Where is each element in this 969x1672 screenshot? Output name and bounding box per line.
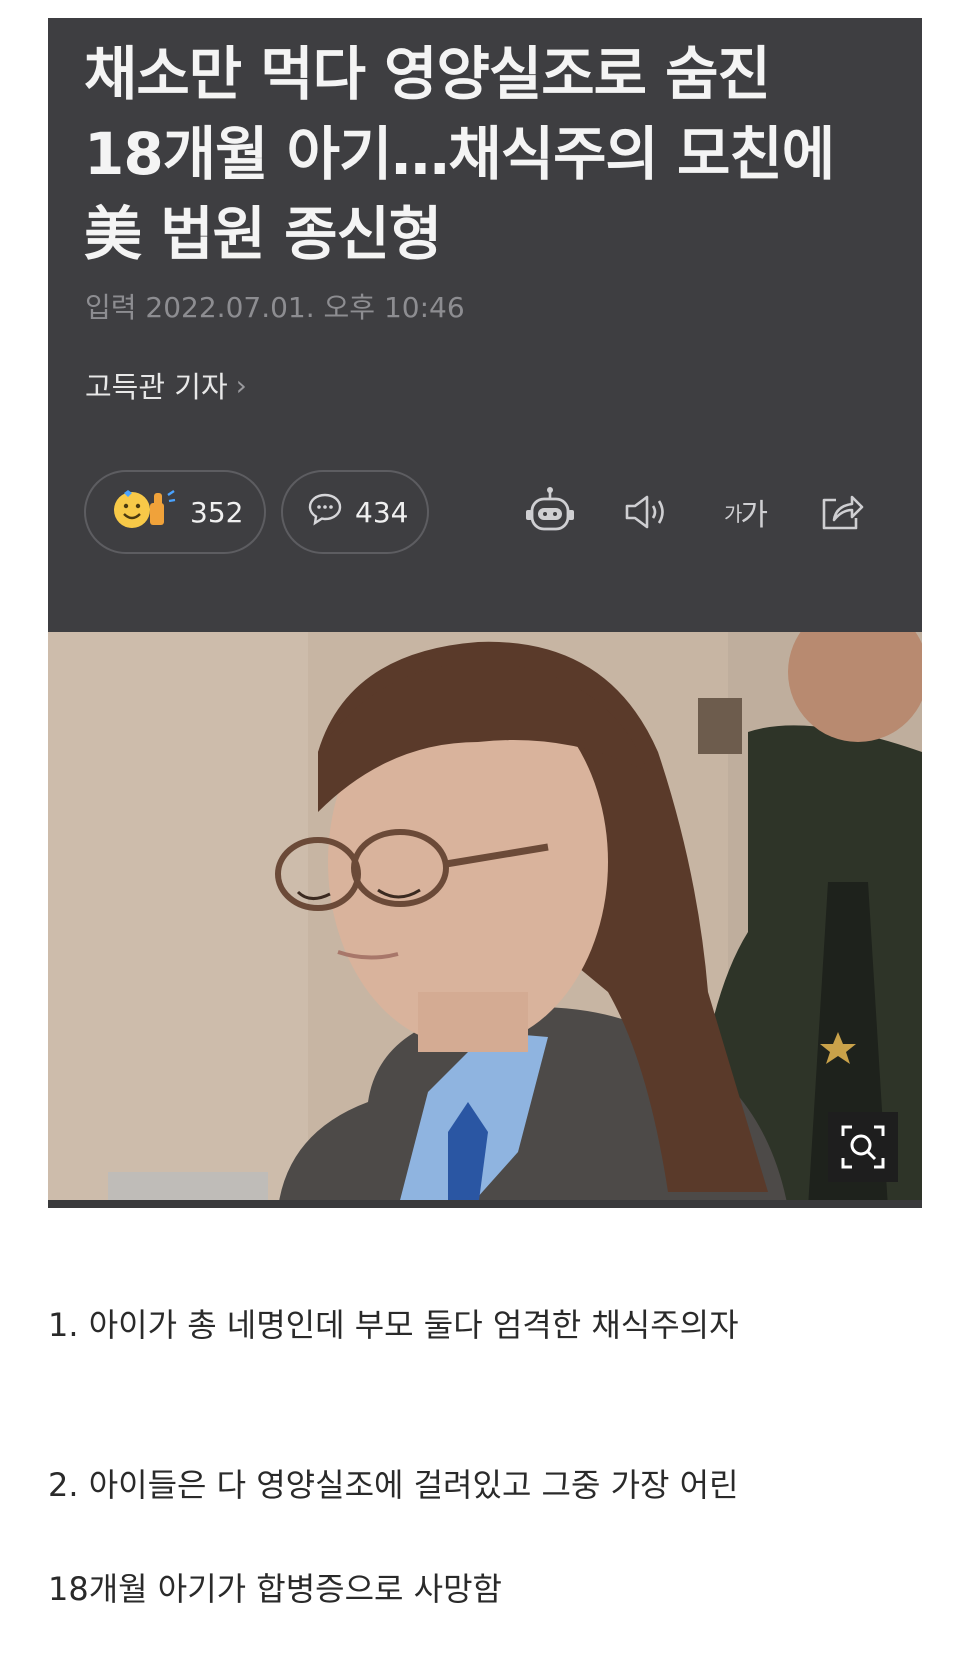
article-header: 채소만 먹다 영양실조로 숨진 18개월 아기…채식주의 모친에 美 법원 종신… — [48, 18, 922, 632]
font-size-large-label: 가 — [740, 498, 768, 533]
reaction-count: 352 — [190, 495, 244, 529]
font-size-small-label: 가 — [723, 501, 742, 526]
share-icon[interactable] — [814, 484, 870, 540]
article-photo — [48, 632, 922, 1208]
post-paragraph: 2. 아이들은 다 영양실조에 걸려있고 그중 가장 어린 — [48, 1466, 739, 1504]
font-size-button[interactable]: 가가 — [712, 484, 778, 540]
post-paragraph: 1. 아이가 총 네명인데 부모 둘다 엄격한 채식주의자 — [48, 1306, 739, 1344]
robot-icon[interactable] — [522, 484, 578, 540]
comment-button[interactable]: 434 — [281, 470, 429, 554]
author-link[interactable]: 고득관 기자 › — [85, 364, 247, 406]
author-name: 고득관 기자 — [85, 370, 228, 404]
comment-count: 434 — [355, 495, 409, 529]
chevron-right-icon: › — [235, 368, 247, 402]
magnify-icon[interactable] — [828, 1112, 898, 1182]
title-line: 18개월 아기…채식주의 모친에 — [84, 120, 835, 188]
reaction-button[interactable]: 352 — [84, 470, 266, 554]
title-line: 美 법원 종신형 — [84, 200, 442, 268]
speech-bubble-icon — [307, 492, 343, 533]
speaker-icon[interactable] — [618, 484, 674, 540]
post-paragraph: 18개월 아기가 합병증으로 사망함 — [48, 1570, 502, 1608]
article-title: 채소만 먹다 영양실조로 숨진 18개월 아기…채식주의 모친에 美 법원 종신… — [84, 34, 884, 274]
photo-divider — [48, 1200, 922, 1208]
title-line: 채소만 먹다 영양실조로 숨진 — [84, 40, 771, 108]
smile-thumbs-icon — [112, 487, 178, 538]
article-dateline: 입력 2022.07.01. 오후 10:46 — [85, 291, 465, 324]
